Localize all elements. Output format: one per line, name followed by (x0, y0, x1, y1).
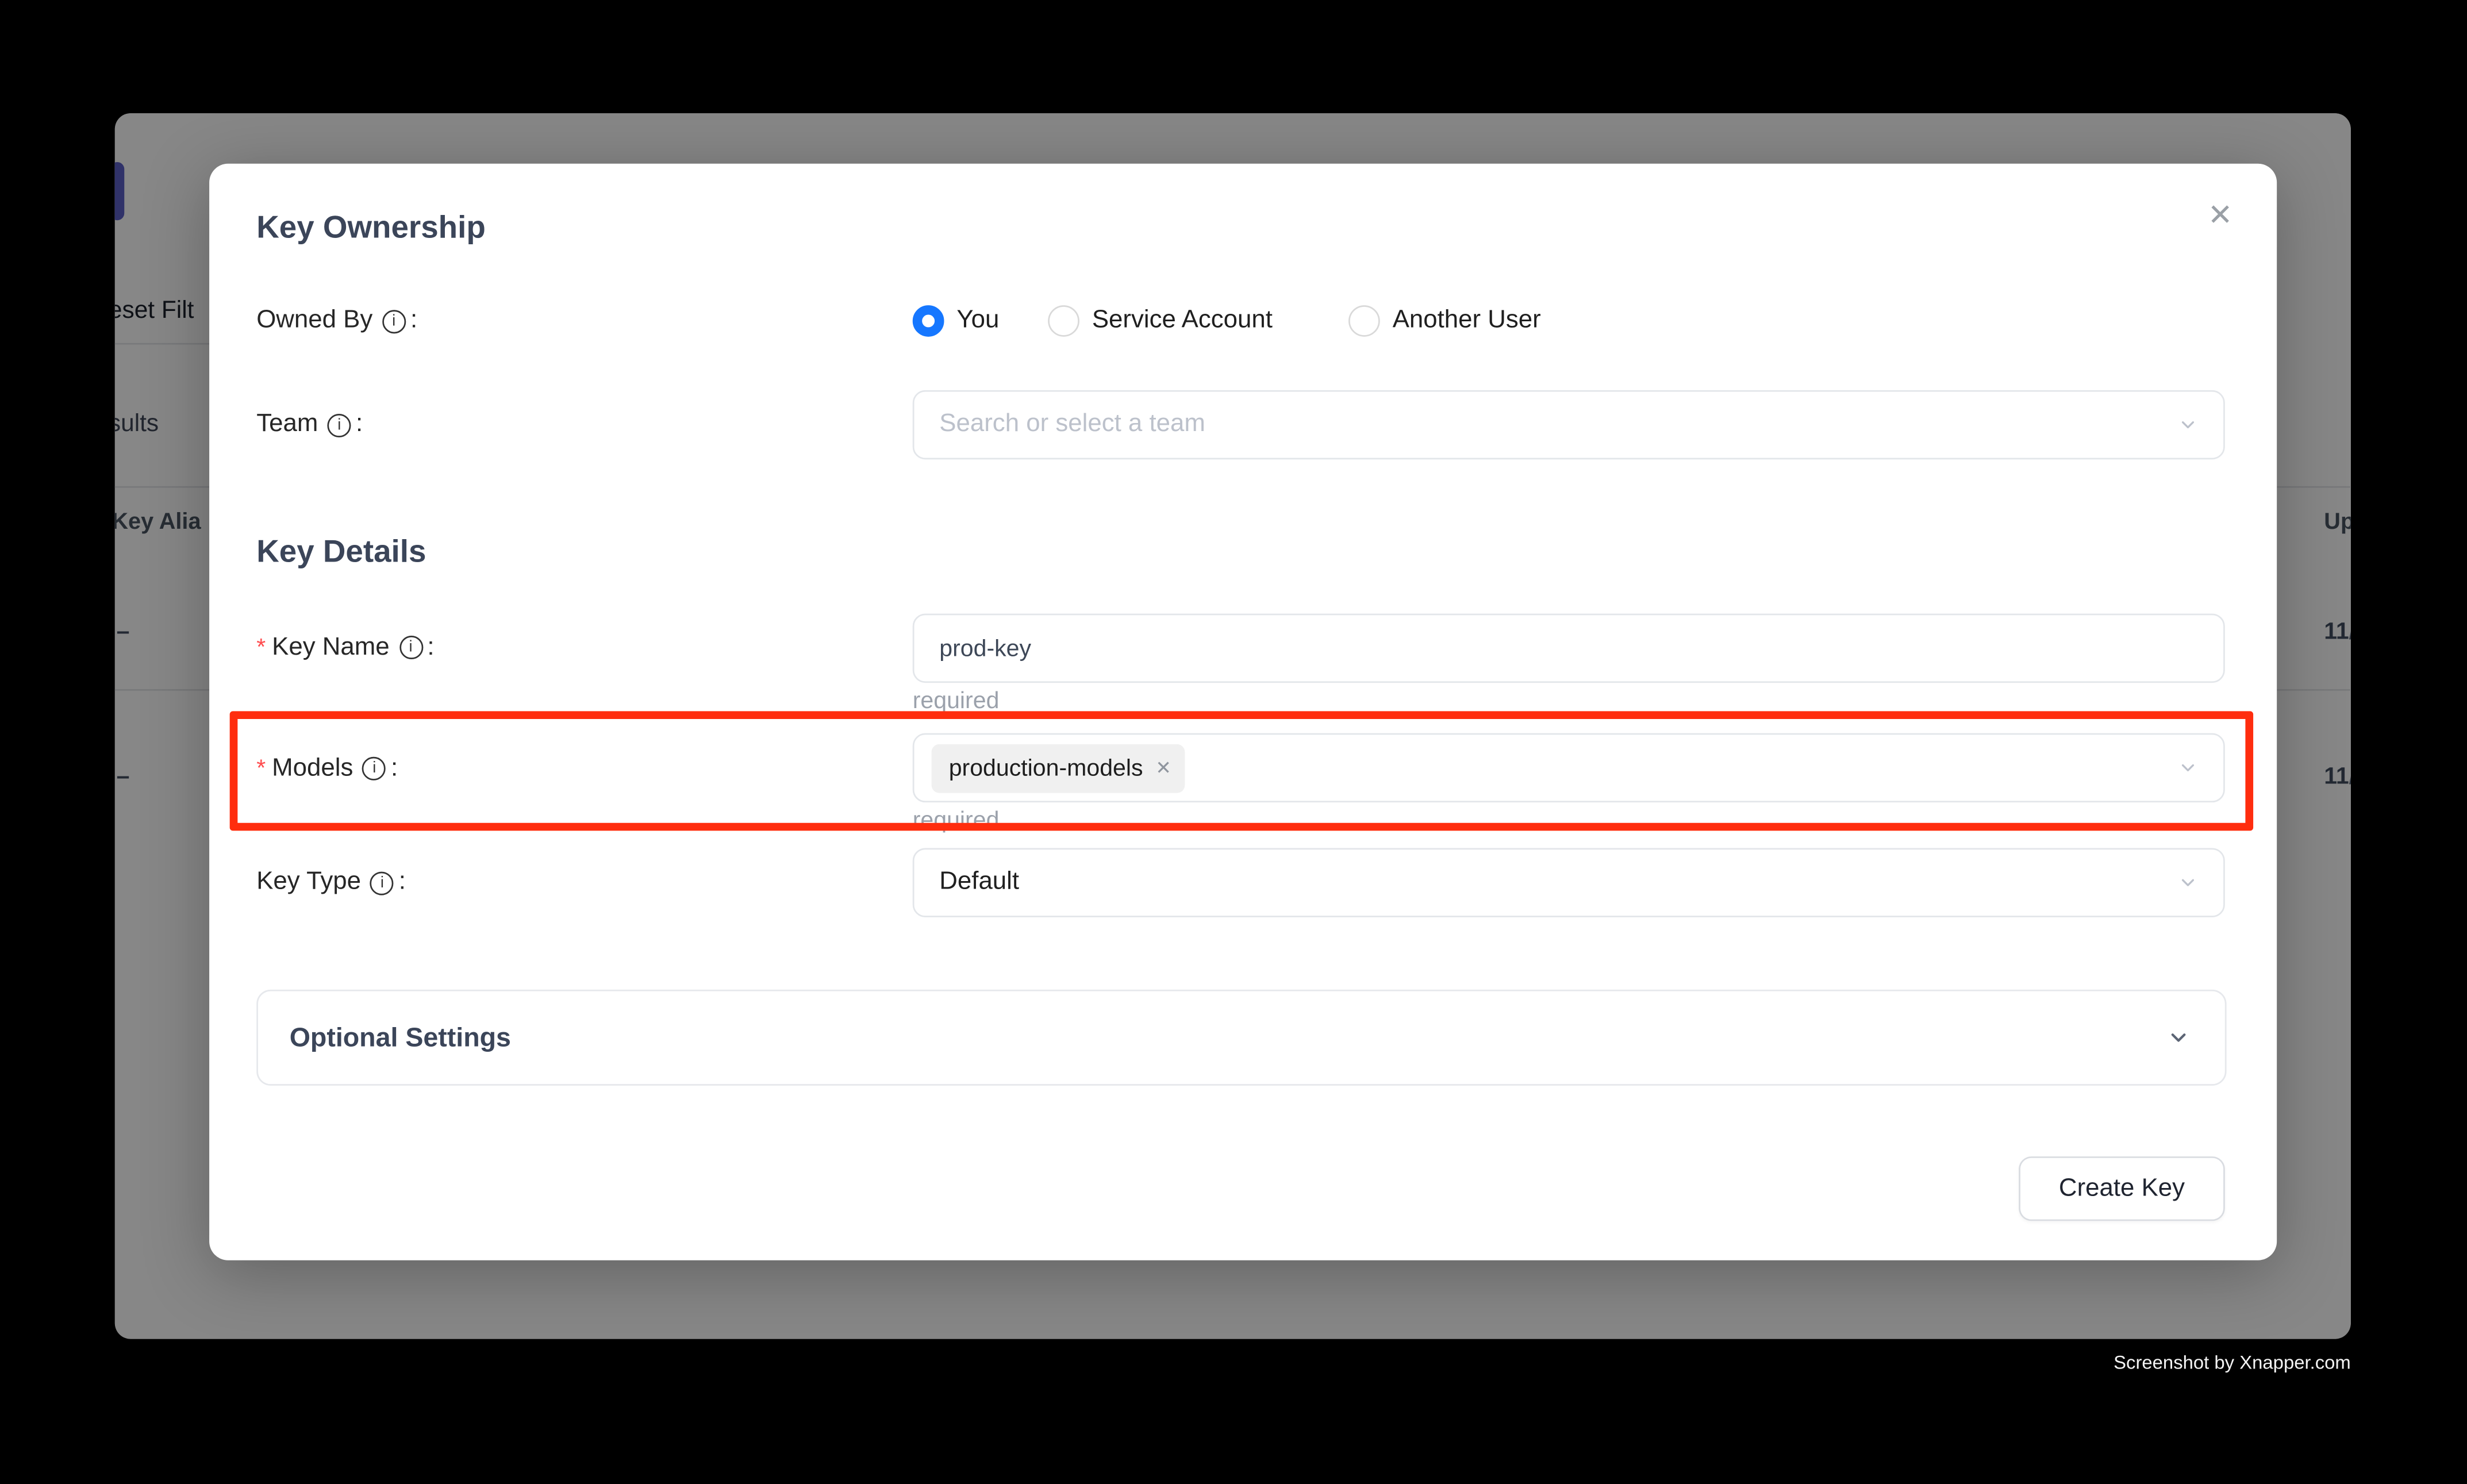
owned-by-label-text: Owned By (256, 307, 372, 335)
label-colon: : (410, 307, 417, 335)
label-colon: : (356, 410, 363, 439)
label-colon: : (391, 755, 398, 783)
optional-settings-label: Optional Settings (290, 1022, 511, 1054)
key-type-select[interactable]: Default (913, 848, 2225, 917)
radio-owned-by-another-user[interactable]: Another User (1348, 305, 1541, 337)
team-select[interactable] (913, 390, 2225, 459)
modal-title: Key Ownership (256, 211, 486, 247)
create-key-button[interactable]: Create Key (2019, 1156, 2225, 1221)
team-label: Team i : (256, 410, 363, 439)
key-name-field[interactable] (913, 614, 2225, 683)
screenshot-stage: eset Filt sults Key Alia Up – 11/ – 11/ … (0, 0, 2467, 1483)
models-label: * Models i : (256, 752, 398, 785)
optional-settings-toggle[interactable]: Optional Settings (256, 990, 2226, 1086)
info-icon[interactable]: i (363, 757, 386, 781)
create-key-modal: Key Ownership ✕ Owned By i : You Service… (209, 164, 2277, 1260)
radio-unselected-icon[interactable] (1048, 305, 1079, 337)
owned-by-label: Owned By i : (256, 307, 417, 335)
chevron-down-icon (2178, 414, 2199, 435)
key-name-label: * Key Name i : (256, 631, 434, 664)
chevron-down-icon (2167, 1026, 2191, 1049)
key-type-value: Default (914, 868, 1019, 897)
team-label-text: Team (256, 410, 318, 439)
required-asterisk: * (256, 631, 266, 664)
models-label-text: Models (272, 755, 353, 783)
radio-unselected-icon[interactable] (1348, 305, 1380, 337)
radio-label: Another User (1393, 307, 1541, 335)
chevron-down-icon (2178, 758, 2199, 778)
radio-label: Service Account (1092, 307, 1273, 335)
key-type-label: Key Type i : (256, 868, 406, 897)
team-search-input[interactable] (914, 392, 2223, 458)
info-icon[interactable]: i (382, 309, 406, 333)
xnapper-watermark: Screenshot by Xnapper.com (2114, 1352, 2351, 1374)
key-name-validation-message: required (913, 687, 1000, 714)
radio-label: You (956, 307, 999, 335)
radio-selected-icon[interactable] (913, 305, 944, 337)
chevron-down-icon (2178, 872, 2199, 893)
key-name-label-text: Key Name (272, 633, 389, 662)
models-select[interactable]: production-models ✕ (913, 733, 2225, 802)
selected-model-tag: production-models ✕ (932, 743, 1186, 792)
tag-remove-icon[interactable]: ✕ (1155, 757, 1171, 779)
close-icon[interactable]: ✕ (2201, 195, 2239, 237)
label-colon: : (427, 633, 434, 662)
radio-owned-by-you[interactable]: You (913, 305, 1000, 337)
key-name-input[interactable] (914, 615, 2223, 681)
info-icon[interactable]: i (399, 636, 422, 659)
model-tag-label: production-models (949, 755, 1143, 782)
models-validation-message: required (913, 807, 1000, 834)
required-asterisk: * (256, 752, 266, 785)
key-type-label-text: Key Type (256, 868, 361, 897)
key-details-section-title: Key Details (256, 535, 426, 571)
info-icon[interactable]: i (328, 413, 351, 437)
label-colon: : (399, 868, 406, 897)
radio-owned-by-service-account[interactable]: Service Account (1048, 305, 1273, 337)
info-icon[interactable]: i (370, 871, 394, 894)
